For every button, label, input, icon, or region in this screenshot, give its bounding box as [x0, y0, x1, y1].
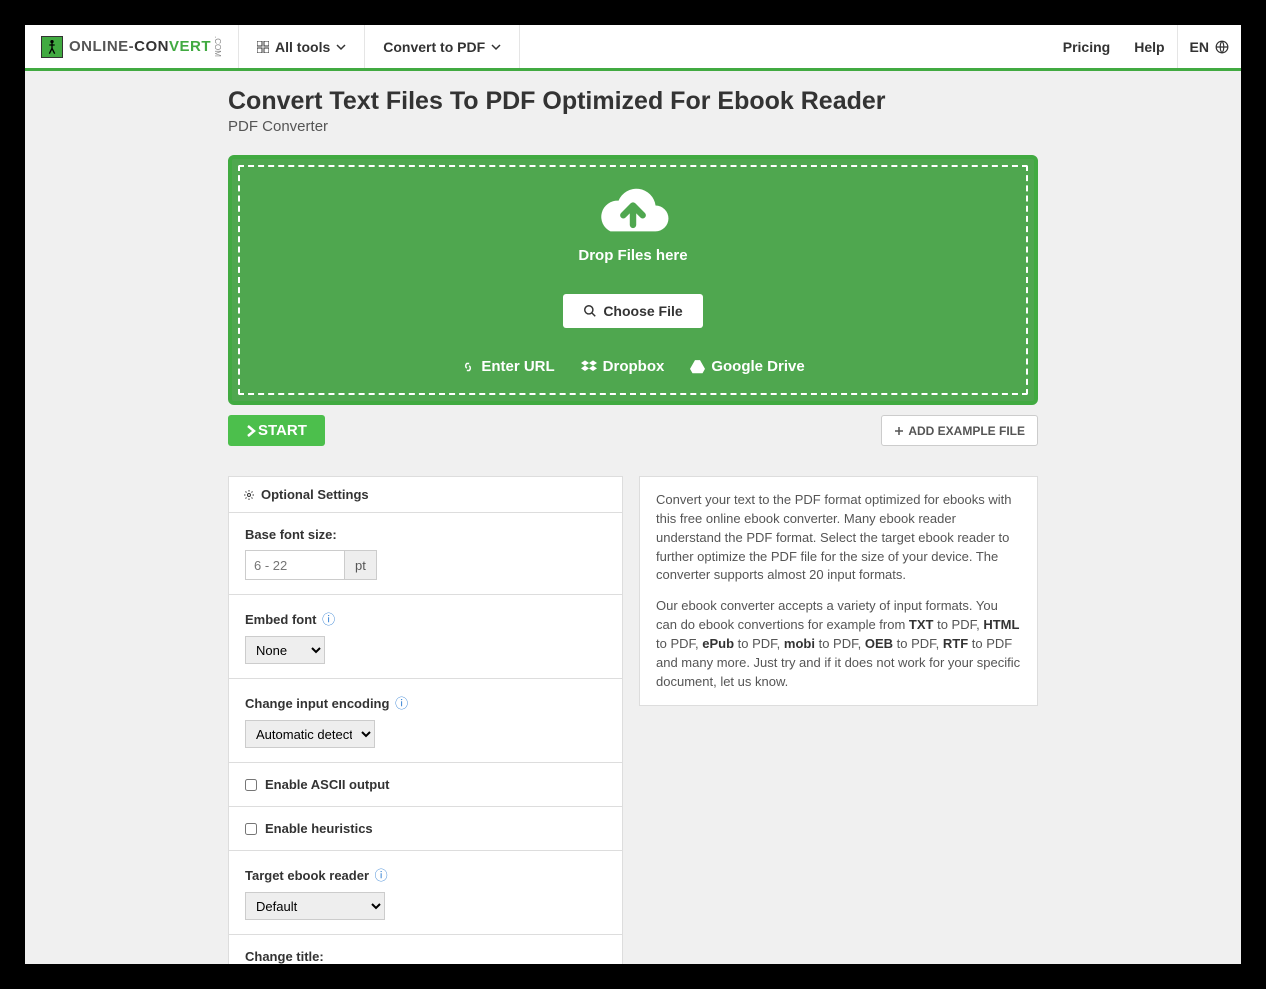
info-icon[interactable]: ⓘ [322, 612, 335, 627]
info-icon[interactable]: ⓘ [375, 868, 388, 883]
nav-all-tools[interactable]: All tools [239, 25, 364, 68]
encoding-label: Change input encoding ⓘ [245, 693, 606, 712]
nav-all-tools-label: All tools [275, 39, 330, 55]
target-reader-select[interactable]: Default [245, 892, 385, 920]
change-title-label: Change title: [245, 949, 606, 964]
info-paragraph-1: Convert your text to the PDF format opti… [656, 491, 1021, 585]
optional-settings-header: Optional Settings [229, 477, 622, 513]
start-button-label: START [258, 422, 307, 439]
target-reader-label: Target ebook reader ⓘ [245, 865, 606, 884]
chevron-right-icon [246, 424, 256, 438]
encoding-select[interactable]: Automatic detection [245, 720, 375, 748]
google-drive-link[interactable]: Google Drive [690, 358, 804, 375]
nav-language[interactable]: EN [1178, 25, 1241, 68]
nav-language-label: EN [1190, 39, 1209, 55]
add-example-label: ADD EXAMPLE FILE [908, 424, 1025, 438]
chevron-down-icon [491, 42, 501, 52]
font-size-label: Base font size: [245, 527, 606, 542]
choose-file-button[interactable]: Choose File [563, 294, 702, 328]
search-icon [583, 304, 597, 318]
logo-text: ONLINE-CONVERT [69, 38, 211, 55]
enter-url-link[interactable]: Enter URL [461, 358, 554, 375]
globe-icon [1215, 40, 1229, 54]
logo-com: .COM [213, 36, 222, 57]
optional-settings-panel: Optional Settings Base font size: pt Emb… [228, 476, 623, 964]
gear-icon [243, 489, 255, 501]
header: ONLINE-CONVERT .COM All tools Convert to… [25, 25, 1241, 71]
ascii-checkbox[interactable] [245, 779, 257, 791]
info-panel: Convert your text to the PDF format opti… [639, 476, 1038, 706]
ascii-label: Enable ASCII output [265, 777, 389, 792]
nav-convert-to-label: Convert to PDF [383, 39, 485, 55]
choose-file-label: Choose File [603, 303, 682, 319]
embed-font-label: Embed font ⓘ [245, 609, 606, 628]
grid-icon [257, 41, 269, 53]
google-drive-icon [690, 360, 705, 374]
nav-help[interactable]: Help [1122, 25, 1176, 68]
heuristics-checkbox[interactable] [245, 823, 257, 835]
embed-font-select[interactable]: None [245, 636, 325, 664]
drop-text: Drop Files here [240, 247, 1026, 264]
page-subtitle: PDF Converter [228, 118, 1038, 135]
heuristics-label: Enable heuristics [265, 821, 373, 836]
info-paragraph-2: Our ebook converter accepts a variety of… [656, 597, 1021, 691]
drop-zone[interactable]: Drop Files here Choose File Enter URL Dr… [228, 155, 1038, 405]
page-title: Convert Text Files To PDF Optimized For … [228, 87, 1038, 116]
font-size-unit: pt [345, 550, 377, 580]
plus-icon [894, 426, 904, 436]
nav-pricing[interactable]: Pricing [1051, 25, 1122, 68]
chevron-down-icon [336, 42, 346, 52]
dropbox-link[interactable]: Dropbox [581, 358, 665, 375]
font-size-input[interactable] [245, 550, 345, 580]
cloud-upload-icon [594, 183, 672, 241]
add-example-button[interactable]: ADD EXAMPLE FILE [881, 415, 1038, 446]
info-icon[interactable]: ⓘ [395, 696, 408, 711]
dropbox-icon [581, 360, 597, 374]
link-icon [461, 360, 475, 374]
logo[interactable]: ONLINE-CONVERT .COM [25, 25, 238, 68]
start-button[interactable]: START [228, 415, 325, 446]
nav-convert-to[interactable]: Convert to PDF [365, 25, 519, 68]
logo-icon [41, 36, 63, 58]
